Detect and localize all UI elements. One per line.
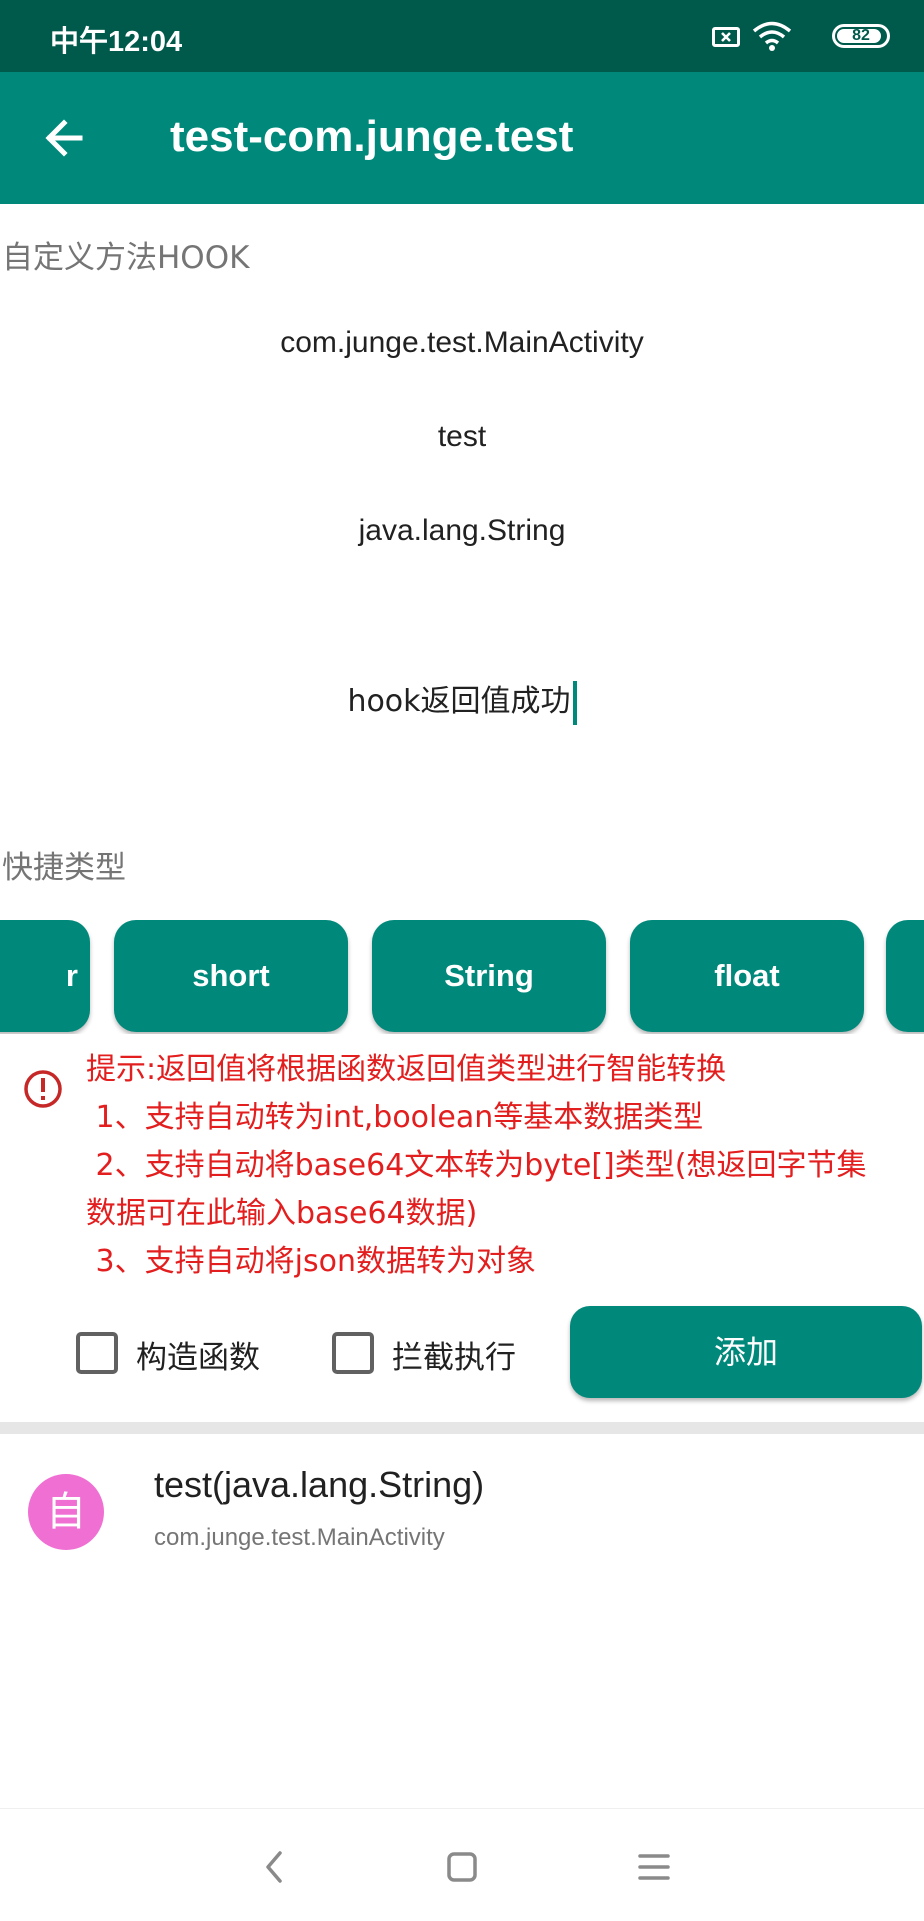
battery-level: 82	[852, 27, 870, 44]
method-name-input[interactable]: test	[0, 420, 924, 454]
quick-type-chip-row[interactable]: r short String float	[0, 920, 924, 1034]
navigation-bar	[0, 1808, 924, 1921]
nav-menu-button[interactable]	[626, 1839, 682, 1895]
battery-icon: 82	[832, 24, 890, 48]
tip-line: 数据可在此输入base64数据)	[86, 1196, 478, 1231]
app-bar: test-com.junge.test	[0, 72, 924, 204]
home-nav-icon	[447, 1852, 477, 1882]
return-value-text: hook返回值成功	[347, 684, 571, 719]
arrow-left-icon	[45, 119, 83, 157]
nav-home-button[interactable]	[434, 1839, 490, 1895]
quick-type-chip-string[interactable]: String	[372, 920, 606, 1032]
class-name-input[interactable]: com.junge.test.MainActivity	[0, 326, 924, 360]
nav-back-button[interactable]	[246, 1839, 302, 1895]
avatar: 自	[28, 1474, 104, 1550]
divider	[0, 1422, 924, 1434]
menu-nav-icon	[638, 1854, 670, 1880]
back-nav-icon	[266, 1851, 282, 1883]
page-title: test-com.junge.test	[170, 112, 574, 161]
tip-line: 3、支持自动将json数据转为对象	[86, 1244, 536, 1279]
param-types-input[interactable]: java.lang.String	[0, 514, 924, 548]
return-value-input[interactable]: hook返回值成功	[0, 676, 924, 725]
quick-types-section-label: 快捷类型	[2, 850, 126, 886]
intercept-label: 拦截执行	[392, 1340, 516, 1376]
sim-icon	[712, 27, 740, 47]
custom-hook-section-label: 自定义方法HOOK	[2, 240, 250, 276]
list-item[interactable]: 自 test(java.lang.String) com.junge.test.…	[0, 1434, 924, 1580]
status-bar: 中午12:04 82	[0, 0, 924, 72]
alert-circle-icon	[22, 1068, 64, 1114]
quick-type-chip-short[interactable]: short	[114, 920, 348, 1032]
status-time: 中午12:04	[50, 26, 183, 58]
constructor-checkbox[interactable]	[76, 1332, 118, 1374]
quick-type-chip[interactable]: r	[0, 920, 90, 1032]
add-button[interactable]: 添加	[570, 1306, 922, 1398]
tip-line: 提示:返回值将根据函数返回值类型进行智能转换	[86, 1052, 727, 1087]
tip-line: 1、支持自动转为int,boolean等基本数据类型	[86, 1100, 704, 1135]
text-cursor	[572, 680, 577, 725]
quick-type-chip-float[interactable]: float	[630, 920, 864, 1032]
back-button[interactable]	[38, 110, 94, 166]
intercept-checkbox[interactable]	[332, 1332, 374, 1374]
constructor-label: 构造函数	[136, 1340, 260, 1376]
tip-line: 2、支持自动将base64文本转为byte[]类型(想返回字节集	[86, 1148, 867, 1183]
tip-text: 提示:返回值将根据函数返回值类型进行智能转换 1、支持自动转为int,boole…	[86, 1046, 924, 1286]
list-item-subtitle: com.junge.test.MainActivity	[154, 1524, 445, 1551]
list-item-title: test(java.lang.String)	[154, 1464, 485, 1505]
quick-type-chip[interactable]	[886, 920, 924, 1032]
wifi-icon	[752, 20, 792, 56]
